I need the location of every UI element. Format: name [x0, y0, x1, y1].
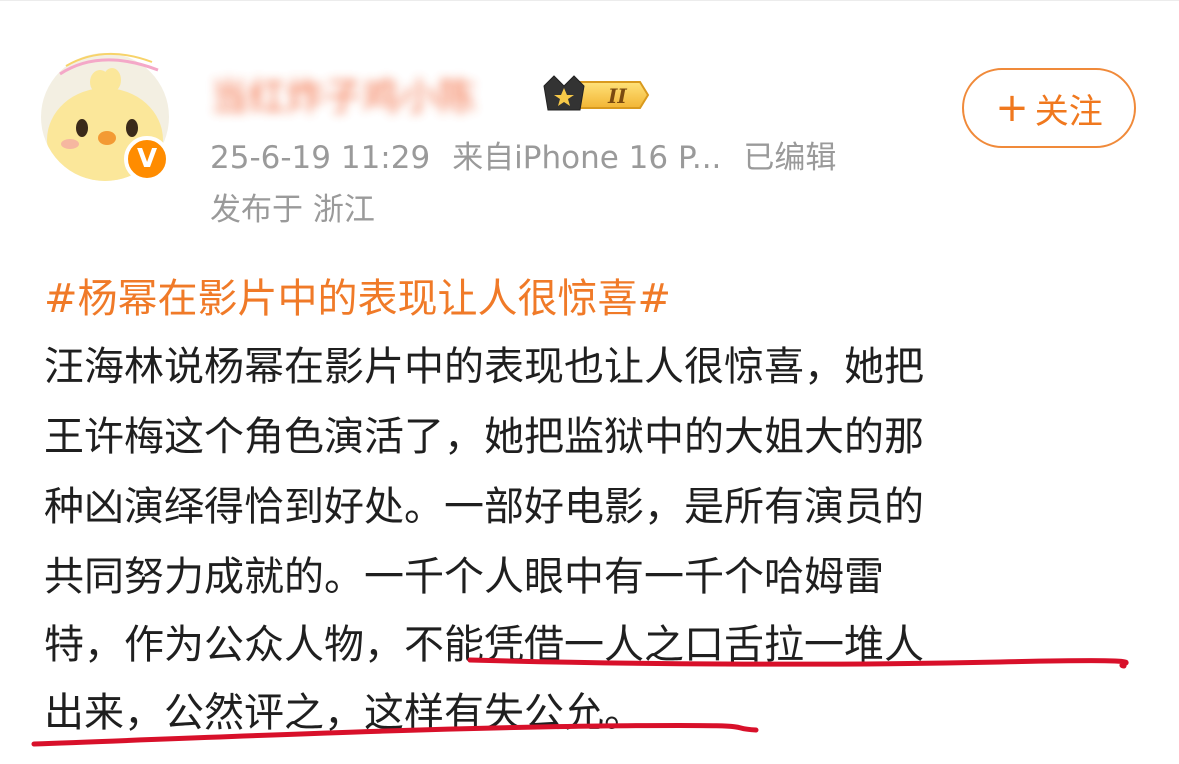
follow-button[interactable]: + 关注	[962, 68, 1136, 148]
post-text-line: 特，作为公众人物，不能凭借一人之口舌拉一堆人	[44, 622, 924, 668]
post-text-line: 汪海林说杨幂在影片中的表现也让人很惊喜，她把	[44, 344, 924, 390]
post-text-line: 王许梅这个角色演活了，她把监狱中的大姐大的那	[44, 414, 924, 460]
post-source[interactable]: 来自iPhone 16 P...	[452, 136, 721, 180]
weibo-post: V 当红炸子鸡小陈 II 25-6-19 11:29 来自iPhone 16 P.…	[0, 0, 1179, 764]
follow-label: 关注	[1034, 91, 1103, 132]
post-location: 发布于 浙江	[210, 192, 375, 228]
level-badge-text: II	[607, 84, 627, 108]
edited-label[interactable]: 已编辑	[743, 136, 836, 180]
post-text-line: 种凶演绎得恰到好处。一部好电影，是所有演员的	[44, 484, 924, 530]
post-timestamp: 25-6-19 11:29	[210, 140, 431, 176]
divider	[0, 0, 1179, 1]
plus-icon: +	[995, 85, 1029, 131]
post-text-line: 出来，公然评之，这样有失公允。	[44, 690, 644, 736]
verified-badge-icon: V	[124, 136, 170, 182]
member-crown-badge-icon[interactable]: II	[540, 70, 652, 120]
username-area[interactable]: 当红炸子鸡小陈	[210, 70, 535, 124]
hashtag-link[interactable]: #杨幂在影片中的表现让人很惊喜#	[44, 268, 671, 330]
post-text-line: 共同努力成就的。一千个人眼中有一千个哈姆雷	[44, 554, 884, 600]
username[interactable]: 当红炸子鸡小陈	[210, 70, 535, 124]
post-meta: 25-6-19 11:29 来自iPhone 16 P... 已编辑	[210, 136, 836, 180]
